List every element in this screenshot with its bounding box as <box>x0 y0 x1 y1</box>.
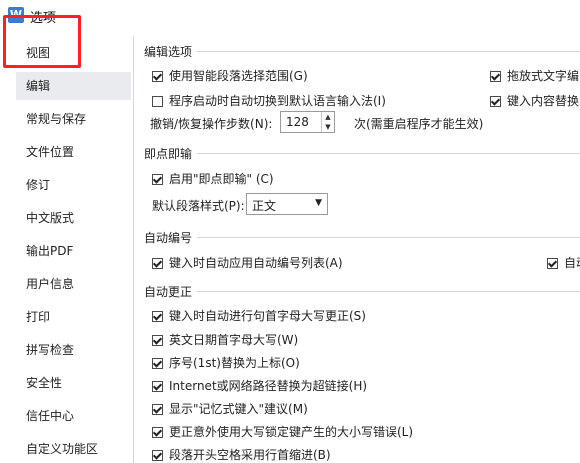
undo-steps-stepper[interactable]: 128 ▲ ▼ <box>280 111 335 133</box>
section-title-auto-number: 自动编号 <box>144 231 193 245</box>
title-bar: W 选项 <box>0 0 580 30</box>
edit-options-panel: 编辑选项 使用智能段落选择范围(G) 拖放式文字编 程序启动时自动切换到默认语言… <box>135 36 580 463</box>
sidebar-item-edit[interactable]: 编辑 <box>16 72 131 100</box>
smart-para-option[interactable]: 使用智能段落选择范围(G) <box>152 67 308 84</box>
section-title-click-type: 即点即输 <box>144 147 193 161</box>
smart-para-label: 使用智能段落选择范围(G) <box>169 69 308 83</box>
section-divider <box>197 291 580 292</box>
sidebar-item-customize-ribbon[interactable]: 自定义功能区 <box>16 435 131 463</box>
autocorrect-item-ordinal[interactable]: 序号(1st)替换为上标(O) <box>152 354 300 371</box>
click-type-checkbox[interactable] <box>152 174 163 185</box>
hyperlink-label: Internet或网络路径替换为超链接(H) <box>169 379 368 393</box>
replace-sel-option[interactable]: 键入内容替换 <box>490 92 579 109</box>
undo-steps-label: 撤销/恢复操作步数(N): <box>150 117 273 131</box>
sidebar-item-file-location[interactable]: 文件位置 <box>16 138 131 166</box>
click-type-option[interactable]: 启用"即点即输" (C) <box>152 170 274 187</box>
chevron-up-icon[interactable]: ▲ <box>322 112 334 122</box>
auto-list-label: 键入时自动应用自动编号列表(A) <box>169 256 343 270</box>
replace-sel-label: 键入内容替换 <box>507 94 580 108</box>
auto-right-checkbox[interactable] <box>547 258 558 269</box>
auto-ime-option[interactable]: 程序启动时自动切换到默认语言输入法(I) <box>152 92 386 109</box>
section-divider <box>197 153 580 154</box>
english-date-label: 英文日期首字母大写(W) <box>169 333 299 347</box>
click-type-label: 启用"即点即输" (C) <box>169 172 274 186</box>
ordinal-checkbox[interactable] <box>152 358 163 369</box>
indent-label: 段落开头空格采用行首缩进(B) <box>169 448 331 462</box>
autocorrect-item-autocomplete[interactable]: 显示"记忆式键入"建议(M) <box>152 400 308 417</box>
sidebar-item-spell-check[interactable]: 拼写检查 <box>16 336 131 364</box>
smart-para-checkbox[interactable] <box>152 71 163 82</box>
autocorrect-item-hyperlink[interactable]: Internet或网络路径替换为超链接(H) <box>152 377 367 394</box>
sidebar-item-user-info[interactable]: 用户信息 <box>16 270 131 298</box>
hyperlink-checkbox[interactable] <box>152 381 163 392</box>
section-divider <box>197 51 580 52</box>
auto-ime-checkbox[interactable] <box>152 96 163 107</box>
section-title-edit: 编辑选项 <box>144 45 193 59</box>
autocorrect-item-capslock[interactable]: 更正意外使用大写锁定键产生的大小写错误(L) <box>152 423 413 440</box>
sidebar-item-general-save[interactable]: 常规与保存 <box>16 105 131 133</box>
auto-list-option[interactable]: 键入时自动应用自动编号列表(A) <box>152 254 343 271</box>
drag-text-checkbox[interactable] <box>490 71 501 82</box>
sidebar-item-chinese-layout[interactable]: 中文版式 <box>16 204 131 232</box>
auto-right-label: 自动 <box>564 256 580 270</box>
default-style-select[interactable]: 正文 ▼ <box>246 193 328 215</box>
sidebar-item-security[interactable]: 安全性 <box>16 369 131 397</box>
english-date-checkbox[interactable] <box>152 335 163 346</box>
indent-checkbox[interactable] <box>152 450 163 461</box>
capitalize-label: 键入时自动进行句首字母大写更正(S) <box>169 309 366 323</box>
auto-ime-label: 程序启动时自动切换到默认语言输入法(I) <box>169 94 386 108</box>
highlight-box <box>3 15 81 68</box>
undo-steps-suffix: 次(需重启程序才能生效) <box>354 117 484 131</box>
options-sidebar: 视图 编辑 常规与保存 文件位置 修订 中文版式 输出PDF 用户信息 打印 拼… <box>8 36 134 463</box>
sidebar-item-export-pdf[interactable]: 输出PDF <box>16 237 131 265</box>
drag-text-option[interactable]: 拖放式文字编 <box>490 67 579 84</box>
ordinal-label: 序号(1st)替换为上标(O) <box>169 356 300 370</box>
sidebar-item-trust-center[interactable]: 信任中心 <box>16 402 131 430</box>
default-style-label: 默认段落样式(P): <box>152 199 245 213</box>
replace-sel-checkbox[interactable] <box>490 96 501 107</box>
section-title-autocorrect: 自动更正 <box>144 285 193 299</box>
autocomplete-label: 显示"记忆式键入"建议(M) <box>169 402 308 416</box>
undo-steps-value[interactable]: 128 <box>286 115 309 129</box>
drag-text-label: 拖放式文字编 <box>507 69 580 83</box>
stepper-buttons[interactable]: ▲ ▼ <box>321 112 334 132</box>
capslock-checkbox[interactable] <box>152 427 163 438</box>
autocorrect-item-capitalize[interactable]: 键入时自动进行句首字母大写更正(S) <box>152 307 366 324</box>
chevron-down-icon[interactable]: ▼ <box>322 122 334 132</box>
sidebar-item-revision[interactable]: 修订 <box>16 171 131 199</box>
auto-list-checkbox[interactable] <box>152 258 163 269</box>
dropdown-arrow-icon: ▼ <box>315 198 322 208</box>
default-style-value: 正文 <box>252 199 277 213</box>
capitalize-checkbox[interactable] <box>152 311 163 322</box>
autocomplete-checkbox[interactable] <box>152 404 163 415</box>
autocorrect-item-indent[interactable]: 段落开头空格采用行首缩进(B) <box>152 446 331 463</box>
capslock-label: 更正意外使用大写锁定键产生的大小写错误(L) <box>169 425 414 439</box>
autocorrect-item-english-date[interactable]: 英文日期首字母大写(W) <box>152 331 298 348</box>
auto-right-option[interactable]: 自动 <box>547 254 580 271</box>
section-divider <box>197 237 580 238</box>
sidebar-item-print[interactable]: 打印 <box>16 303 131 331</box>
